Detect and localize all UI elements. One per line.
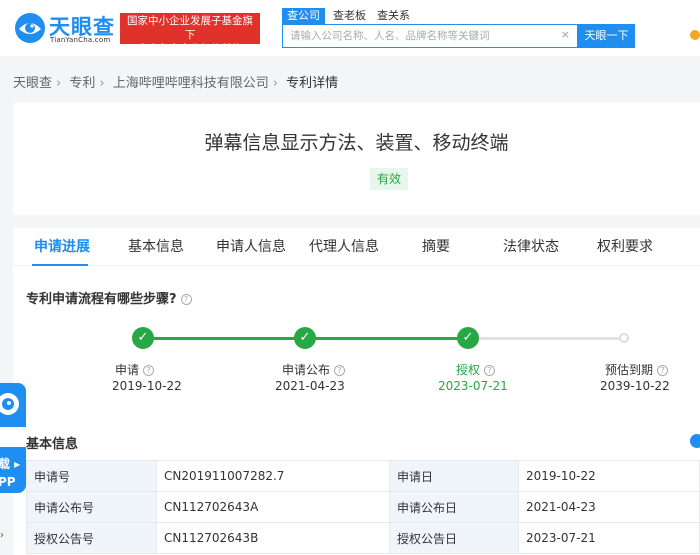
- help-icon[interactable]: ?: [484, 365, 496, 376]
- step-4-pending-icon: [619, 333, 629, 343]
- search-tab-company[interactable]: 查公司: [282, 8, 325, 24]
- step-2-label: 申请公布?: [282, 361, 346, 378]
- scroll-arrow-icon[interactable]: ›: [0, 530, 4, 541]
- breadcrumb: 天眼查 › 专利 › 上海哔哩哔哩科技有限公司 › 专利详情: [13, 72, 342, 91]
- search-button[interactable]: 天眼一下: [578, 24, 635, 48]
- help-icon[interactable]: ?: [657, 365, 669, 376]
- table-row: 申请号 CN201911007282.7 申请日 2019-10-22: [26, 460, 700, 492]
- search-input[interactable]: [283, 25, 553, 47]
- app-float-band: [0, 427, 26, 447]
- breadcrumb-current: 专利详情: [286, 76, 339, 91]
- progress-line-pending: [468, 337, 623, 340]
- table-value: 2023-07-21: [518, 522, 700, 554]
- detail-tabs: 申请进展 基本信息 申请人信息 代理人信息 摘要 法律状态 权利要求: [13, 228, 700, 266]
- search-tab-boss[interactable]: 查老板: [333, 8, 366, 24]
- table-key: 申请日: [389, 460, 519, 492]
- step-3-check-icon: ✓: [457, 327, 479, 349]
- tab-basic-info[interactable]: 基本信息: [128, 228, 184, 266]
- export-icon[interactable]: [690, 434, 700, 448]
- table-key: 授权公告日: [389, 522, 519, 554]
- process-question-text: 专利申请流程有哪些步骤?: [26, 292, 177, 307]
- app-download-float[interactable]: 载 ▸ PP: [0, 383, 26, 493]
- help-icon[interactable]: ?: [180, 294, 192, 305]
- step-1-check-icon: ✓: [132, 327, 154, 349]
- step-4-date: 2039-10-22: [600, 379, 670, 393]
- patent-title: 弹幕信息显示方法、装置、移动终端: [204, 132, 509, 154]
- status-badge: 有效: [370, 168, 408, 190]
- breadcrumb-separator-icon: ›: [99, 76, 105, 91]
- table-row: 申请公布号 CN112702643A 申请公布日 2021-04-23: [26, 491, 700, 523]
- table-value: 2021-04-23: [518, 491, 700, 523]
- breadcrumb-separator-icon: ›: [56, 76, 62, 91]
- table-key: 授权公告号: [26, 522, 157, 554]
- tab-progress[interactable]: 申请进展: [34, 228, 90, 266]
- process-question[interactable]: 专利申请流程有哪些步骤??: [26, 288, 192, 307]
- tab-claims[interactable]: 权利要求: [597, 228, 653, 266]
- table-value: 2019-10-22: [518, 460, 700, 492]
- help-icon[interactable]: ?: [143, 365, 155, 376]
- step-1-label: 申请?: [115, 361, 155, 378]
- patent-header-card: 弹幕信息显示方法、装置、移动终端 有效: [13, 103, 700, 215]
- progress-panel: 专利申请流程有哪些步骤?? ✓ ✓ ✓ 申请? 2019-10-22 申请公布?…: [13, 266, 700, 555]
- table-key: 申请号: [26, 460, 157, 492]
- step-2-check-icon: ✓: [294, 327, 316, 349]
- table-key: 申请公布日: [389, 491, 519, 523]
- promo-line-1: 国家中小企业发展子基金旗下: [127, 15, 253, 41]
- logo-domain: TianYanCha.com: [50, 36, 111, 44]
- clear-icon[interactable]: ×: [561, 28, 570, 41]
- table-key: 申请公布号: [26, 491, 157, 523]
- app-float-text: 载 ▸ PP: [0, 457, 21, 489]
- tab-abstract[interactable]: 摘要: [422, 228, 450, 266]
- top-header: 天眼查 TianYanCha.com 国家中小企业发展子基金旗下 官方备案企业征…: [0, 0, 700, 56]
- promo-banner[interactable]: 国家中小企业发展子基金旗下 官方备案企业征信机构: [120, 13, 260, 55]
- step-3-date: 2023-07-21: [438, 379, 508, 393]
- table-value: CN112702643A: [156, 491, 390, 523]
- step-3-label: 授权?: [456, 361, 496, 378]
- search-box: ×: [282, 24, 578, 48]
- step-1-date: 2019-10-22: [112, 379, 182, 393]
- tab-agent-info[interactable]: 代理人信息: [309, 228, 379, 266]
- site-logo[interactable]: 天眼查 TianYanCha.com: [13, 10, 115, 46]
- table-row: 授权公告号 CN112702643B 授权公告日 2023-07-21: [26, 522, 700, 554]
- app-mascot-icon: [0, 393, 19, 415]
- basic-info-table: 申请号 CN201911007282.7 申请日 2019-10-22 申请公布…: [26, 460, 700, 554]
- logo-eye-icon: [15, 13, 45, 43]
- search-tab-relation[interactable]: 查关系: [377, 8, 410, 24]
- table-value: CN201911007282.7: [156, 460, 390, 492]
- basic-info-title: 基本信息: [26, 437, 79, 452]
- tab-legal-status[interactable]: 法律状态: [503, 228, 559, 266]
- breadcrumb-company[interactable]: 上海哔哩哔哩科技有限公司: [113, 76, 269, 91]
- table-value: CN112702643B: [156, 522, 390, 554]
- breadcrumb-patent[interactable]: 专利: [69, 76, 95, 91]
- user-avatar[interactable]: [690, 30, 700, 40]
- tab-applicant-info[interactable]: 申请人信息: [216, 228, 286, 266]
- step-2-date: 2021-04-23: [275, 379, 345, 393]
- breadcrumb-home[interactable]: 天眼查: [13, 76, 52, 91]
- step-4-label: 预估到期?: [605, 361, 669, 378]
- promo-line-2: 官方备案企业征信机构: [137, 43, 243, 55]
- breadcrumb-separator-icon: ›: [272, 76, 278, 91]
- help-icon[interactable]: ?: [334, 365, 346, 376]
